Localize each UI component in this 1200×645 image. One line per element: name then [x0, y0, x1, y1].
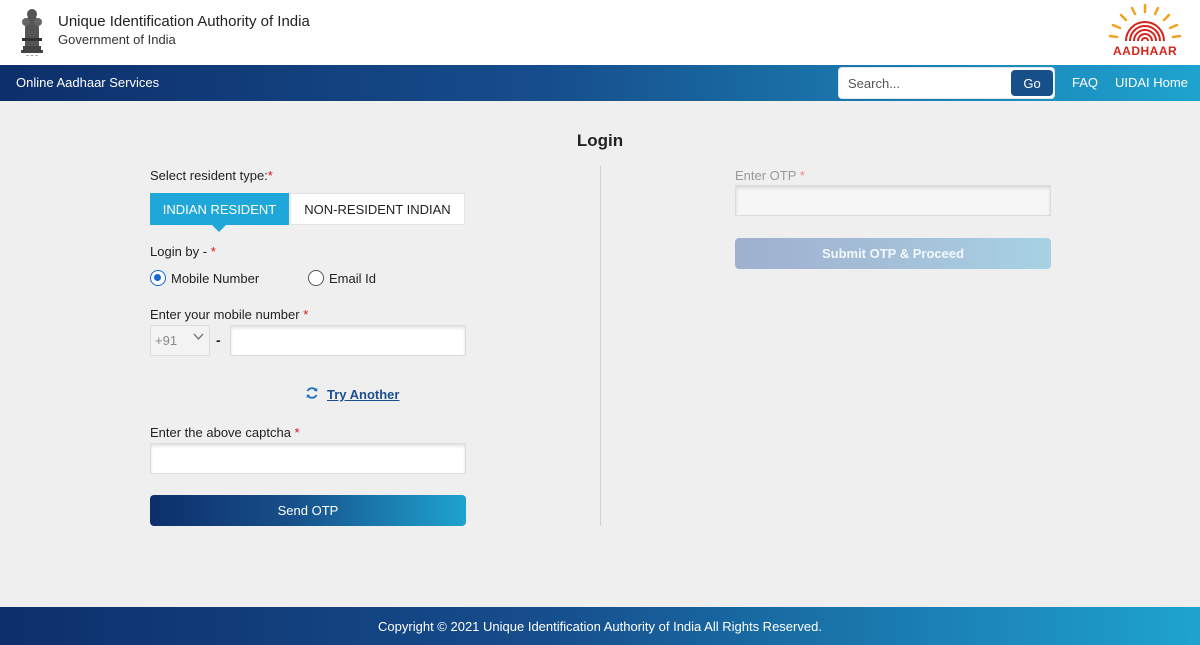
resident-type-label: Select resident type:*	[150, 168, 273, 183]
code-separator: -	[216, 332, 221, 348]
captcha-label: Enter the above captcha *	[150, 425, 300, 440]
svg-text:~ ~ ~: ~ ~ ~	[26, 53, 39, 58]
nav-title: Online Aadhaar Services	[16, 75, 160, 90]
org-name: Unique Identification Authority of India	[58, 13, 310, 30]
required-mark: *	[267, 168, 273, 183]
login-by-label: Login by - *	[150, 244, 216, 259]
resident-type-label-text: Select resident type:	[150, 168, 268, 183]
ashoka-emblem-icon: ~ ~ ~	[21, 9, 43, 58]
chevron-down-icon	[193, 333, 204, 341]
radio-mobile-number[interactable]	[150, 270, 166, 286]
login-by-label-text: Login by -	[150, 244, 211, 259]
captcha-label-text: Enter the above captcha	[150, 425, 295, 440]
navbar: Online Aadhaar Services Go FAQ UIDAI Hom…	[0, 65, 1200, 101]
try-another-captcha-link[interactable]: Try Another	[327, 387, 399, 402]
required-mark: *	[799, 168, 805, 183]
otp-input[interactable]	[735, 185, 1051, 216]
site-header: ~ ~ ~ Unique Identification Authority of…	[0, 0, 1200, 65]
radio-mobile-number-label[interactable]: Mobile Number	[171, 271, 259, 286]
page-title: Login	[576, 131, 624, 150]
refresh-icon[interactable]	[305, 386, 319, 400]
column-divider	[600, 166, 601, 526]
mobile-number-label: Enter your mobile number *	[150, 307, 308, 322]
copyright-text: Copyright © 2021 Unique Identification A…	[378, 619, 822, 634]
tab-indian-resident[interactable]: INDIAN RESIDENT	[150, 193, 289, 232]
mobile-number-label-text: Enter your mobile number	[150, 307, 304, 322]
required-mark: *	[210, 244, 216, 259]
otp-label: Enter OTP *	[735, 168, 805, 183]
faq-link[interactable]: FAQ	[1072, 75, 1098, 90]
search-go-button[interactable]: Go	[1011, 70, 1053, 96]
captcha-input[interactable]	[150, 443, 466, 474]
search-box: Go	[838, 67, 1055, 99]
required-mark: *	[294, 425, 300, 440]
aadhaar-logo-text: AADHAAR	[1113, 44, 1178, 58]
uidai-home-link[interactable]: UIDAI Home	[1115, 75, 1188, 90]
required-mark: *	[303, 307, 309, 322]
radio-email-id[interactable]	[308, 270, 324, 286]
submit-otp-button[interactable]: Submit OTP & Proceed	[735, 238, 1051, 269]
org-subtitle: Government of India	[58, 32, 176, 47]
mobile-number-input[interactable]	[230, 325, 466, 356]
otp-label-text: Enter OTP	[735, 168, 800, 183]
radio-email-id-label[interactable]: Email Id	[329, 271, 376, 286]
tab-non-resident-indian[interactable]: NON-RESIDENT INDIAN	[290, 193, 465, 225]
search-input[interactable]	[840, 69, 1010, 97]
send-otp-button[interactable]: Send OTP	[150, 495, 466, 526]
site-footer: Copyright © 2021 Unique Identification A…	[0, 607, 1200, 645]
